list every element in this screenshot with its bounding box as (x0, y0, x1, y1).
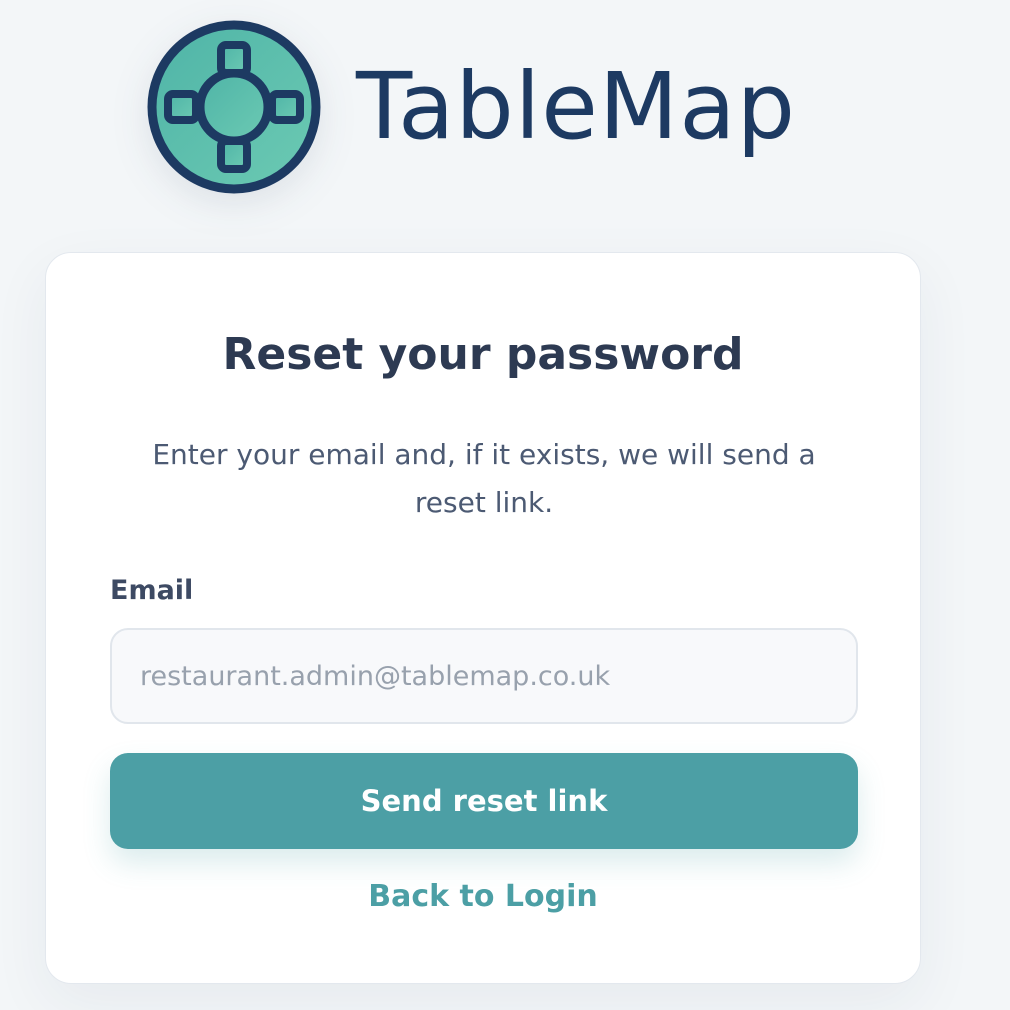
card-title: Reset your password (222, 329, 744, 380)
email-label: Email (110, 575, 194, 606)
back-to-login-link[interactable]: Back to Login (46, 879, 920, 914)
send-reset-link-button[interactable]: Send reset link (110, 753, 858, 849)
email-input[interactable] (110, 628, 858, 724)
brand-header: TableMap (146, 18, 796, 196)
reset-password-page: TableMap Reset your password Enter your … (0, 0, 1010, 1010)
reset-password-card: Reset your password Enter your email and… (45, 252, 921, 984)
tablemap-logo-icon (147, 20, 321, 194)
brand-name: TableMap (356, 53, 797, 160)
card-subtitle: Enter your email and, if it exists, we w… (152, 438, 816, 519)
